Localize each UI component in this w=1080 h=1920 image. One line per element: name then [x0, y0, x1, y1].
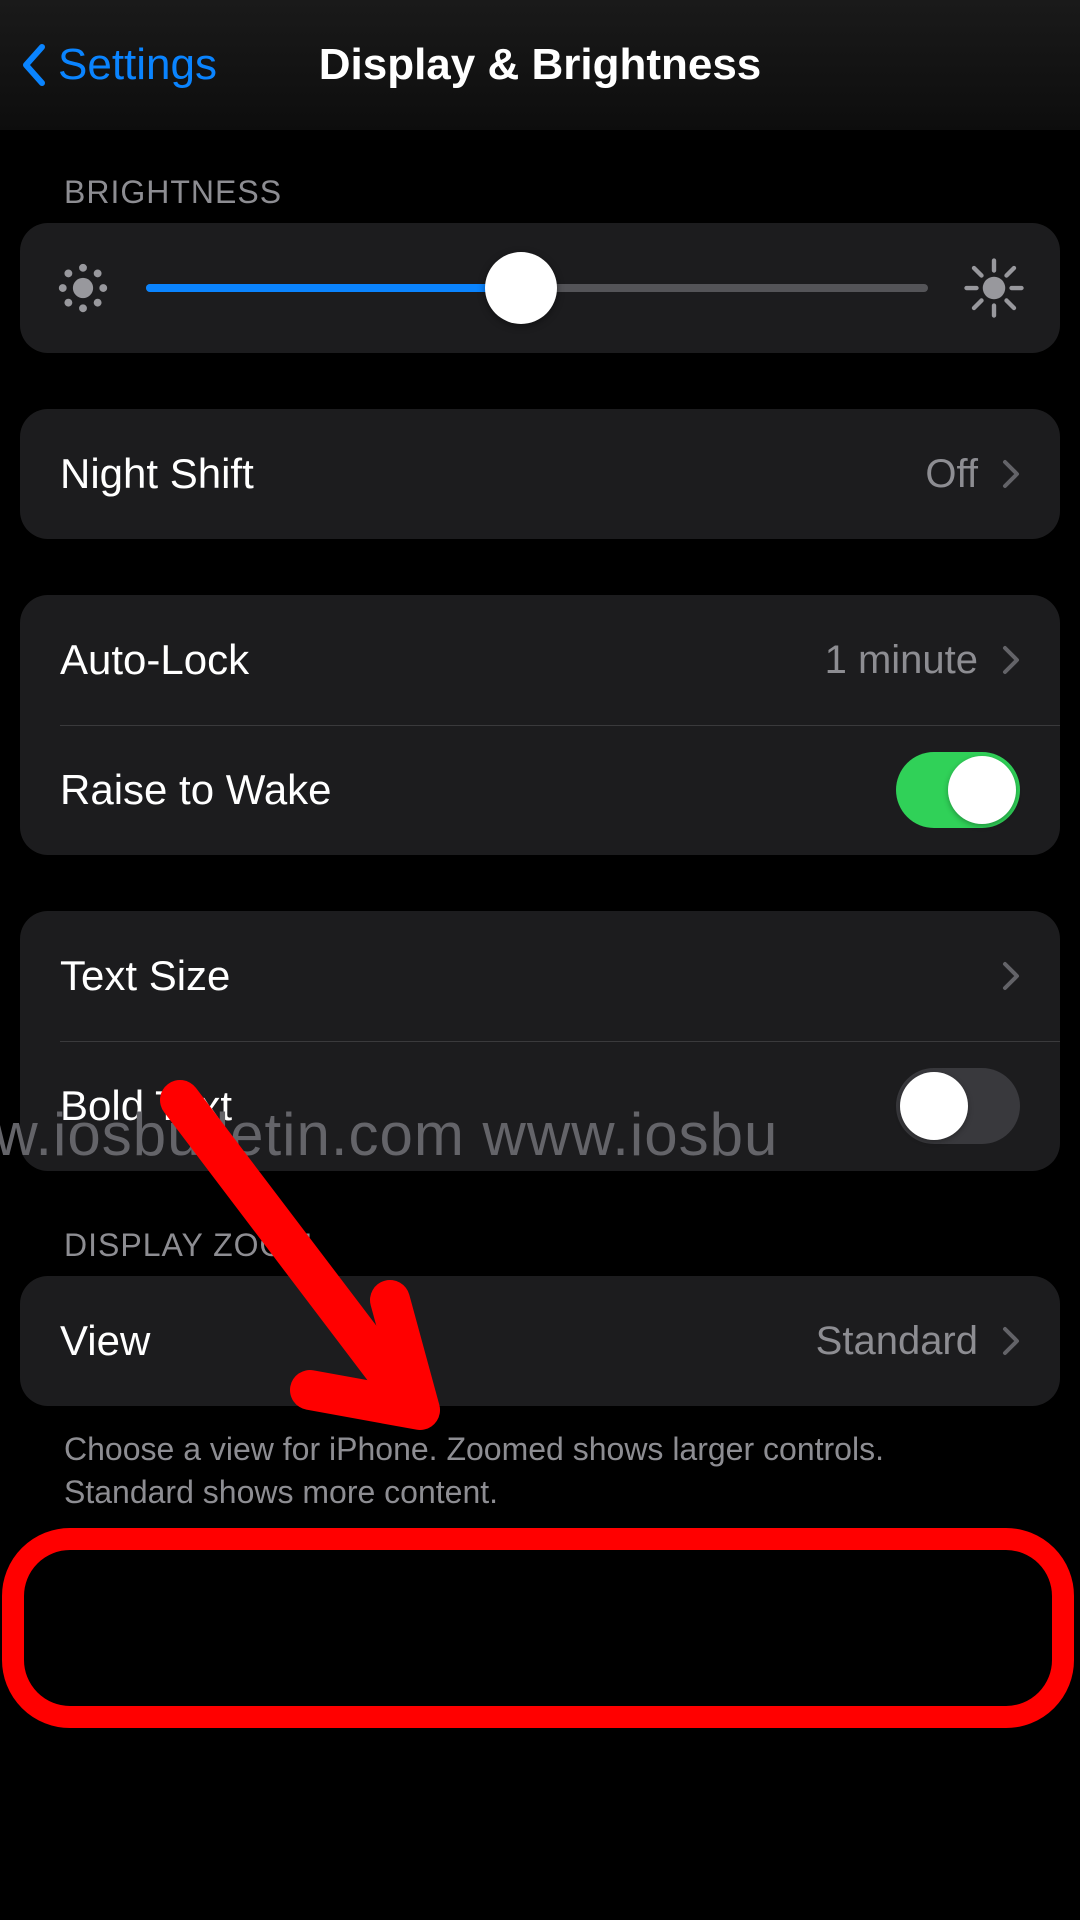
view-value: Standard — [816, 1319, 978, 1364]
nav-bar: Settings Display & Brightness — [0, 0, 1080, 130]
sun-bright-icon — [964, 258, 1024, 318]
view-row[interactable]: View Standard — [20, 1276, 1060, 1406]
page-title: Display & Brightness — [319, 40, 762, 90]
brightness-slider-row — [20, 223, 1060, 353]
night-shift-group: Night Shift Off — [20, 409, 1060, 539]
chevron-right-icon — [1002, 1326, 1020, 1356]
brightness-header: BRIGHTNESS — [64, 174, 1060, 211]
view-label: View — [60, 1317, 816, 1365]
auto-lock-row[interactable]: Auto-Lock 1 minute — [20, 595, 1060, 725]
brightness-group — [20, 223, 1060, 353]
night-shift-value: Off — [925, 452, 978, 497]
auto-lock-value: 1 minute — [825, 638, 978, 683]
bold-text-label: Bold Text — [60, 1082, 896, 1130]
chevron-right-icon — [1002, 645, 1020, 675]
text-size-label: Text Size — [60, 952, 978, 1000]
lock-group: Auto-Lock 1 minute Raise to Wake — [20, 595, 1060, 855]
raise-to-wake-row: Raise to Wake — [20, 725, 1060, 855]
text-group: Text Size Bold Text — [20, 911, 1060, 1171]
bold-text-switch[interactable] — [896, 1068, 1020, 1144]
night-shift-label: Night Shift — [60, 450, 925, 498]
annotation-highlight — [2, 1528, 1074, 1728]
back-label: Settings — [58, 40, 217, 90]
back-button[interactable]: Settings — [20, 40, 217, 90]
display-zoom-footer: Choose a view for iPhone. Zoomed shows l… — [64, 1428, 1016, 1514]
display-zoom-header: DISPLAY ZOOM — [64, 1227, 1060, 1264]
chevron-left-icon — [20, 43, 46, 87]
raise-to-wake-switch[interactable] — [896, 752, 1020, 828]
text-size-row[interactable]: Text Size — [20, 911, 1060, 1041]
raise-to-wake-label: Raise to Wake — [60, 766, 896, 814]
auto-lock-label: Auto-Lock — [60, 636, 825, 684]
bold-text-row: Bold Text — [20, 1041, 1060, 1171]
brightness-slider[interactable] — [146, 252, 928, 324]
chevron-right-icon — [1002, 961, 1020, 991]
night-shift-row[interactable]: Night Shift Off — [20, 409, 1060, 539]
display-zoom-group: View Standard — [20, 1276, 1060, 1406]
chevron-right-icon — [1002, 459, 1020, 489]
sun-dim-icon — [56, 261, 110, 315]
